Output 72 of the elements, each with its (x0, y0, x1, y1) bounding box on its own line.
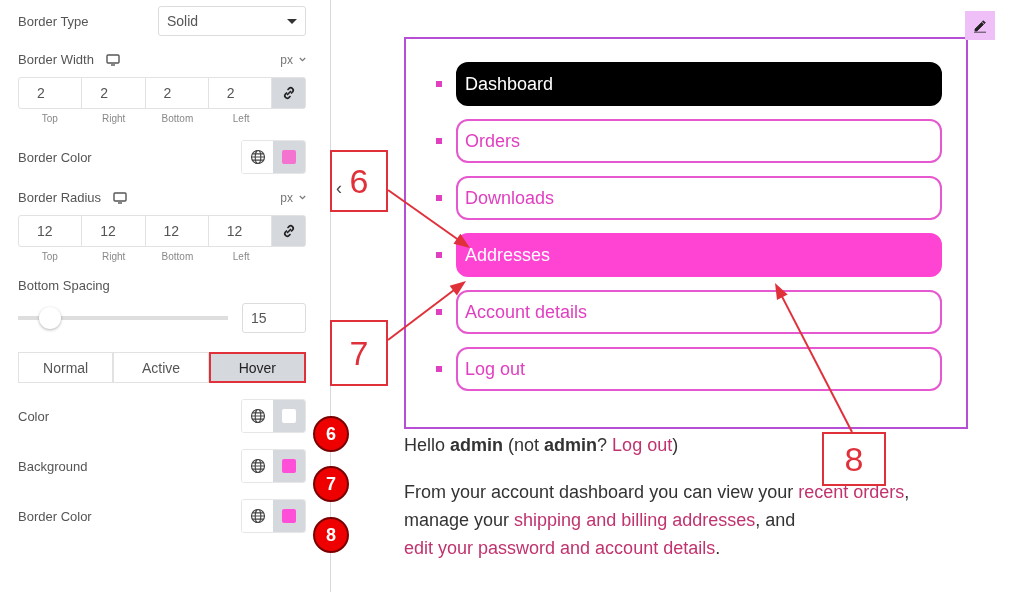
input-caption: Bottom (160, 113, 195, 124)
number-field[interactable]: 15 (242, 303, 306, 333)
bullet-icon (436, 309, 442, 315)
step-badge: 8 (313, 517, 349, 553)
input-caption: Left (231, 113, 251, 124)
color-swatch[interactable] (282, 409, 296, 423)
monitor-icon[interactable] (105, 53, 120, 66)
input-caption: Right (100, 251, 127, 262)
state-tab[interactable]: Active (113, 352, 209, 383)
globe-icon[interactable] (249, 408, 266, 424)
input-field[interactable]: 12 (19, 216, 83, 246)
nav-item[interactable]: Dashboard (456, 62, 942, 106)
pencil-icon (973, 18, 987, 33)
edit-button[interactable] (965, 11, 995, 40)
input-field[interactable]: 12 (145, 216, 209, 246)
field-label: Border Color (18, 508, 92, 524)
color-swatch[interactable] (282, 509, 296, 523)
color-control[interactable] (241, 140, 306, 174)
unit-selector[interactable]: px (280, 52, 306, 67)
color-swatch[interactable] (282, 150, 296, 164)
nav-item[interactable]: Account details (456, 290, 942, 334)
nav-item[interactable]: Log out (456, 347, 942, 391)
nav-item[interactable]: Downloads (456, 176, 942, 220)
input-caption: Left (231, 251, 251, 262)
caret-icon (287, 18, 297, 24)
unit-selector[interactable]: px (280, 190, 306, 205)
globe-icon[interactable] (249, 458, 266, 474)
input-caption: Right (100, 113, 127, 124)
collapse-toggle[interactable]: ‹ (336, 178, 342, 199)
monitor-icon[interactable] (113, 191, 128, 204)
greeting-text: Hello admin (not admin? Log out) (404, 435, 680, 456)
text-link[interactable]: edit your password and account details (404, 538, 716, 558)
select-field[interactable]: Solid (158, 6, 306, 36)
bullet-icon (436, 138, 442, 144)
input-field[interactable]: 2 (82, 78, 146, 108)
callout-label: 8 (822, 432, 886, 486)
input-caption: Top (40, 113, 59, 124)
state-tab[interactable]: Normal (18, 352, 114, 383)
color-control[interactable] (241, 449, 306, 483)
globe-icon[interactable] (249, 149, 266, 165)
link-button[interactable] (272, 216, 305, 246)
color-control[interactable] (241, 499, 306, 533)
field-label: Bottom Spacing (18, 278, 110, 293)
field-label: Border Width (18, 52, 94, 67)
chevron-down-icon[interactable] (299, 57, 306, 62)
input-caption: Top (40, 251, 59, 262)
input-field[interactable]: 2 (19, 78, 83, 108)
field-label: Border Color (18, 149, 92, 165)
step-badge: 7 (313, 466, 349, 502)
input-caption: Bottom (160, 251, 195, 262)
field-label: Background (18, 458, 88, 474)
bullet-icon (436, 366, 442, 372)
bullet-icon (436, 195, 442, 201)
globe-icon[interactable] (249, 508, 266, 524)
text-link[interactable]: shipping and billing addresses (514, 510, 756, 530)
text-link[interactable]: Log out (612, 435, 673, 455)
step-badge: 6 (313, 416, 349, 452)
input-field[interactable]: 2 (145, 78, 209, 108)
chevron-down-icon[interactable] (299, 195, 306, 200)
field-label: Border Type (18, 13, 89, 29)
callout-label: 7 (330, 320, 388, 386)
bullet-icon (436, 81, 442, 87)
color-control[interactable] (241, 399, 306, 433)
color-swatch[interactable] (282, 459, 296, 473)
slider-thumb[interactable] (38, 307, 61, 329)
input-field[interactable]: 12 (82, 216, 146, 246)
state-tab[interactable]: Hover (208, 352, 306, 383)
field-label: Color (18, 408, 50, 424)
bullet-icon (436, 252, 442, 258)
nav-item[interactable]: Orders (456, 119, 942, 163)
link-button[interactable] (272, 78, 305, 108)
field-label: Border Radius (18, 190, 102, 205)
